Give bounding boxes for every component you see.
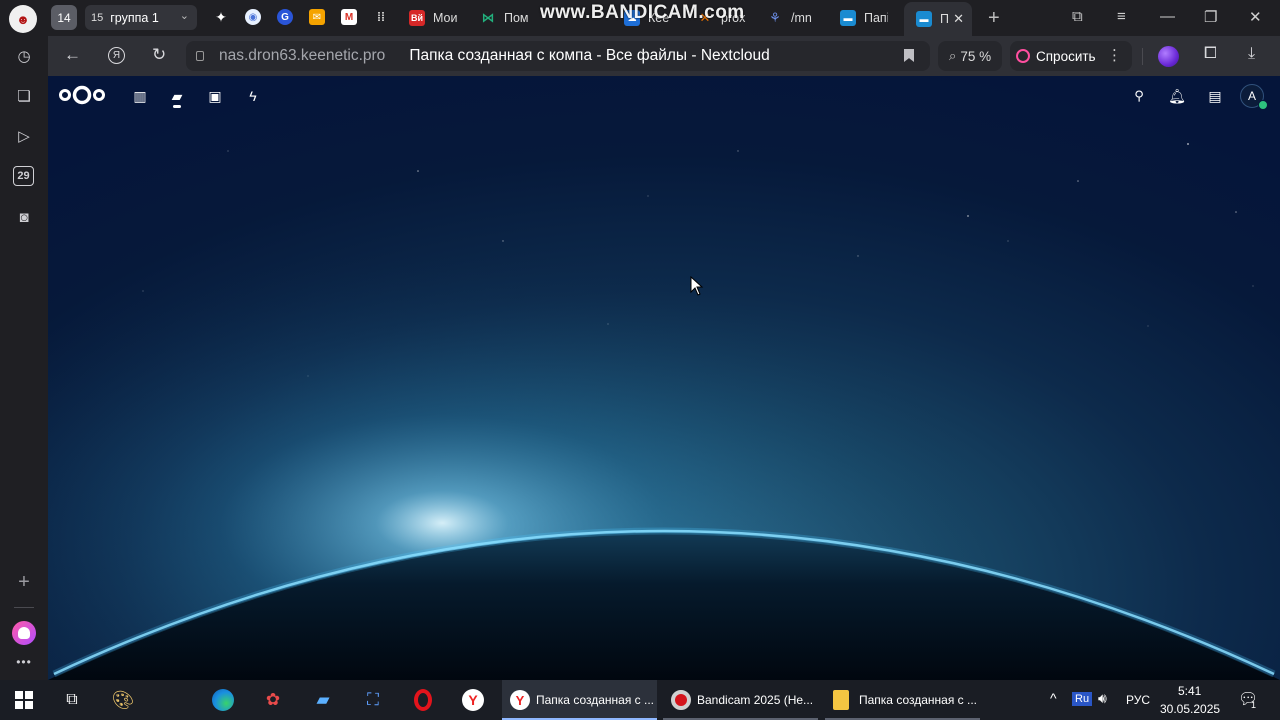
nextcloud-folder-icon: ▬ xyxy=(916,11,932,27)
contacts-icon[interactable]: ▤ xyxy=(1205,86,1225,106)
new-tab-icon[interactable]: + xyxy=(988,7,1000,30)
more-icon[interactable]: ••• xyxy=(14,652,34,672)
magnifier-icon: ⌕ xyxy=(948,48,957,63)
menu-icon[interactable]: ≡ xyxy=(1117,8,1126,25)
volume-icon[interactable]: 🔊︎ xyxy=(1098,690,1107,707)
close-window-icon[interactable]: ✕ xyxy=(1249,8,1262,26)
ask-ai-button[interactable]: Спросить ⋮ xyxy=(1010,41,1132,71)
google-icon[interactable]: G xyxy=(277,9,293,25)
opera-icon[interactable] xyxy=(411,689,435,711)
toolbar-separator xyxy=(1142,48,1143,65)
history-icon[interactable]: ◷ xyxy=(14,46,34,66)
tab-filebrowser[interactable]: ⚘ /mn xyxy=(767,4,821,32)
collections-icon[interactable]: ⧉ xyxy=(1072,8,1083,25)
video-play-icon[interactable]: ▷ xyxy=(14,126,34,146)
vk-music-icon: Вй xyxy=(409,10,425,26)
collections-icon[interactable]: ❏ xyxy=(14,86,34,106)
url-page-title: Папка созданная с компа - Все файлы - Ne… xyxy=(409,47,770,64)
nextcloud-page: ▥ ▰ ▣ ϟ ⚲ 🔔︎ ▤ A xyxy=(48,76,1280,680)
apps-grid-icon[interactable]: ⁞⁞ xyxy=(373,9,389,25)
notification-count: 1 xyxy=(1251,700,1257,710)
close-tab-icon[interactable]: ✕ xyxy=(953,11,964,27)
back-arrow-icon[interactable]: ← xyxy=(64,45,81,65)
mouse-cursor-icon xyxy=(690,276,704,296)
nextcloud-folder-icon: ▬ xyxy=(840,10,856,26)
language-indicator[interactable]: РУС xyxy=(1126,693,1150,707)
keenetic-icon: ⋈ xyxy=(481,10,495,25)
tab-nextcloud[interactable]: ▬ Папі xyxy=(840,4,888,32)
sparkle-icon[interactable]: ✦ xyxy=(213,9,229,25)
taskbar-app-yandex[interactable]: Y Папка созданная с ... xyxy=(502,680,657,720)
tab-keenetic[interactable]: ⋈ Пом xyxy=(480,4,530,32)
notifications-bell-icon[interactable]: 🔔︎ xyxy=(1167,86,1187,106)
restore-icon[interactable]: ❐ xyxy=(1204,8,1217,26)
address-bar[interactable]: nas.dron63.keenetic.pro Папка созданная … xyxy=(186,41,930,71)
taskbar-app-explorer[interactable]: Папка созданная с ... xyxy=(825,680,980,720)
kebab-menu-icon[interactable]: ⋮ xyxy=(1107,46,1122,64)
explorer-folder-icon xyxy=(833,690,849,710)
lock-icon[interactable] xyxy=(196,51,204,61)
zoom-indicator[interactable]: ⌕ 75 % xyxy=(938,41,1002,71)
bandicam-watermark: www.BANDICAM.com xyxy=(540,2,745,23)
extension-orb-icon[interactable] xyxy=(1158,46,1179,67)
chromium-icon[interactable]: ◉ xyxy=(245,9,261,25)
chevron-down-icon[interactable]: ⌄ xyxy=(180,9,189,22)
photos-icon[interactable]: ▣ xyxy=(205,86,225,106)
files-icon[interactable]: ▰ xyxy=(167,86,187,106)
paint-icon[interactable]: 🎨︎ xyxy=(111,689,135,711)
clock-time[interactable]: 5:41 xyxy=(1178,684,1201,698)
edge-icon[interactable] xyxy=(211,689,235,711)
online-status-dot xyxy=(1258,100,1268,110)
url-domain: nas.dron63.keenetic.pro xyxy=(219,47,386,64)
browser-sidebar: ◷ ❏ ▷ 29 ◙ + ••• xyxy=(0,36,48,680)
profile-avatar-icon[interactable]: ☻ xyxy=(9,5,37,33)
add-panel-icon[interactable]: + xyxy=(14,571,34,593)
dashboard-icon[interactable]: ▥ xyxy=(130,86,150,106)
tray-expand-icon[interactable]: ^ xyxy=(1050,690,1057,706)
activity-icon[interactable]: ϟ xyxy=(243,86,263,106)
tab-group-pill[interactable]: 15 группа 1 ⌄ xyxy=(85,5,197,30)
screenshot-icon[interactable]: ◙ xyxy=(14,207,34,227)
address-toolbar: ← Я ↻ nas.dron63.keenetic.pro Папка созд… xyxy=(48,36,1280,76)
download-icon[interactable]: ⤓ xyxy=(1248,45,1255,63)
tab-group-badge: 15 xyxy=(91,11,104,24)
tab-active-nextcloud[interactable]: ▬ П ✕ xyxy=(904,2,972,36)
taskbar-app-bandicam[interactable]: Bandicam 2025 (Не... xyxy=(663,680,818,720)
nextcloud-logo-icon[interactable] xyxy=(58,84,106,106)
ai-sparkle-icon xyxy=(1016,49,1030,63)
task-view-icon[interactable]: ⧉ xyxy=(60,689,84,711)
planet-horizon-graphic xyxy=(48,76,1280,680)
alice-assistant-icon[interactable] xyxy=(12,621,36,645)
gmail-icon[interactable]: M xyxy=(341,9,357,25)
clock-date[interactable]: 30.05.2025 xyxy=(1160,702,1220,716)
network-tool-icon[interactable]: ✿ xyxy=(261,689,285,711)
nextcloud-header: ▥ ▰ ▣ ϟ ⚲ 🔔︎ ▤ A xyxy=(48,76,1280,114)
tab-count-button[interactable]: 14 xyxy=(51,5,77,30)
files-active-indicator xyxy=(173,105,181,108)
yandex-browser-icon: Y xyxy=(510,690,530,710)
mail-icon[interactable]: ✉ xyxy=(309,9,325,25)
sidebar-divider xyxy=(14,607,34,608)
yandex-browser-icon[interactable]: Y xyxy=(461,689,485,711)
tab-group-name: группа 1 xyxy=(110,10,159,25)
translate-icon[interactable]: ⧠ xyxy=(1204,45,1217,63)
windows-start-icon[interactable] xyxy=(12,689,36,711)
bookmark-icon[interactable] xyxy=(904,49,914,62)
calendar-icon[interactable]: 29 xyxy=(13,166,34,186)
reload-icon[interactable]: ↻ xyxy=(152,45,166,65)
search-icon[interactable]: ⚲ xyxy=(1129,86,1149,106)
filebrowser-icon: ⚘ xyxy=(769,10,781,25)
minimize-icon[interactable]: — xyxy=(1160,8,1175,25)
network-share-icon[interactable]: ⛶ xyxy=(361,689,385,711)
windows-taskbar: ⧉ 🎨︎ ✿ ▰ ⛶ Y Y Папка созданная с ... Ban… xyxy=(0,680,1280,720)
tab-vk-music[interactable]: Вй Мои xyxy=(409,4,469,32)
bandicam-icon xyxy=(671,690,691,710)
yandex-home-icon[interactable]: Я xyxy=(108,47,125,64)
input-indicator[interactable]: Ru xyxy=(1072,692,1093,706)
laptop-app-icon[interactable]: ▰ xyxy=(311,689,335,711)
tab-bar: ☻ 14 15 группа 1 ⌄ ✦ ◉ G ✉ M ⁞⁞ Вй Мои ⋈… xyxy=(0,0,1280,36)
